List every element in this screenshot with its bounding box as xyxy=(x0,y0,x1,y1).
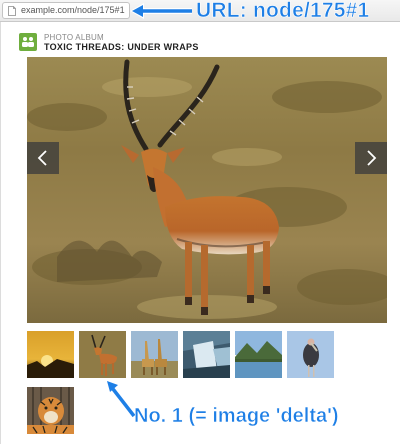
thumbnail-annotation: No. 1 (= image 'delta') xyxy=(134,405,339,428)
url-field[interactable]: example.com/node/175#1 xyxy=(2,2,130,19)
tiger-image xyxy=(27,387,74,434)
giraffes-thumbnail[interactable] xyxy=(131,331,178,378)
album-title[interactable]: TOXIC THREADS: UNDER WRAPS xyxy=(44,42,199,52)
sunset-thumbnail[interactable] xyxy=(27,331,74,378)
previous-slide-button[interactable] xyxy=(27,142,59,174)
slideshow xyxy=(27,57,387,323)
annotation-arrow-left-icon xyxy=(130,3,192,19)
next-slide-button[interactable] xyxy=(355,142,387,174)
url-annotation: URL: node/175#1 xyxy=(196,0,370,22)
marabou-stork-image xyxy=(287,331,334,378)
url-text: example.com/node/175#1 xyxy=(21,5,125,15)
document-icon xyxy=(8,6,16,16)
giraffes-image xyxy=(131,331,178,378)
marabou-stork-thumbnail[interactable] xyxy=(287,331,334,378)
impala-antelope-photo xyxy=(27,57,387,323)
chevron-left-icon xyxy=(37,150,47,166)
impala-image xyxy=(79,331,126,378)
impala-thumbnail[interactable] xyxy=(79,331,126,378)
lake-mountains-image xyxy=(235,331,282,378)
sunset-image xyxy=(27,331,74,378)
photo-album-icon xyxy=(19,33,37,51)
tiger-thumbnail[interactable] xyxy=(27,387,74,434)
waterfall-image xyxy=(183,331,230,378)
chevron-right-icon xyxy=(367,150,377,166)
waterfall-thumbnail[interactable] xyxy=(183,331,230,378)
album-type-label: PHOTO ALBUM xyxy=(44,33,104,42)
lake-mountains-thumbnail[interactable] xyxy=(235,331,282,378)
